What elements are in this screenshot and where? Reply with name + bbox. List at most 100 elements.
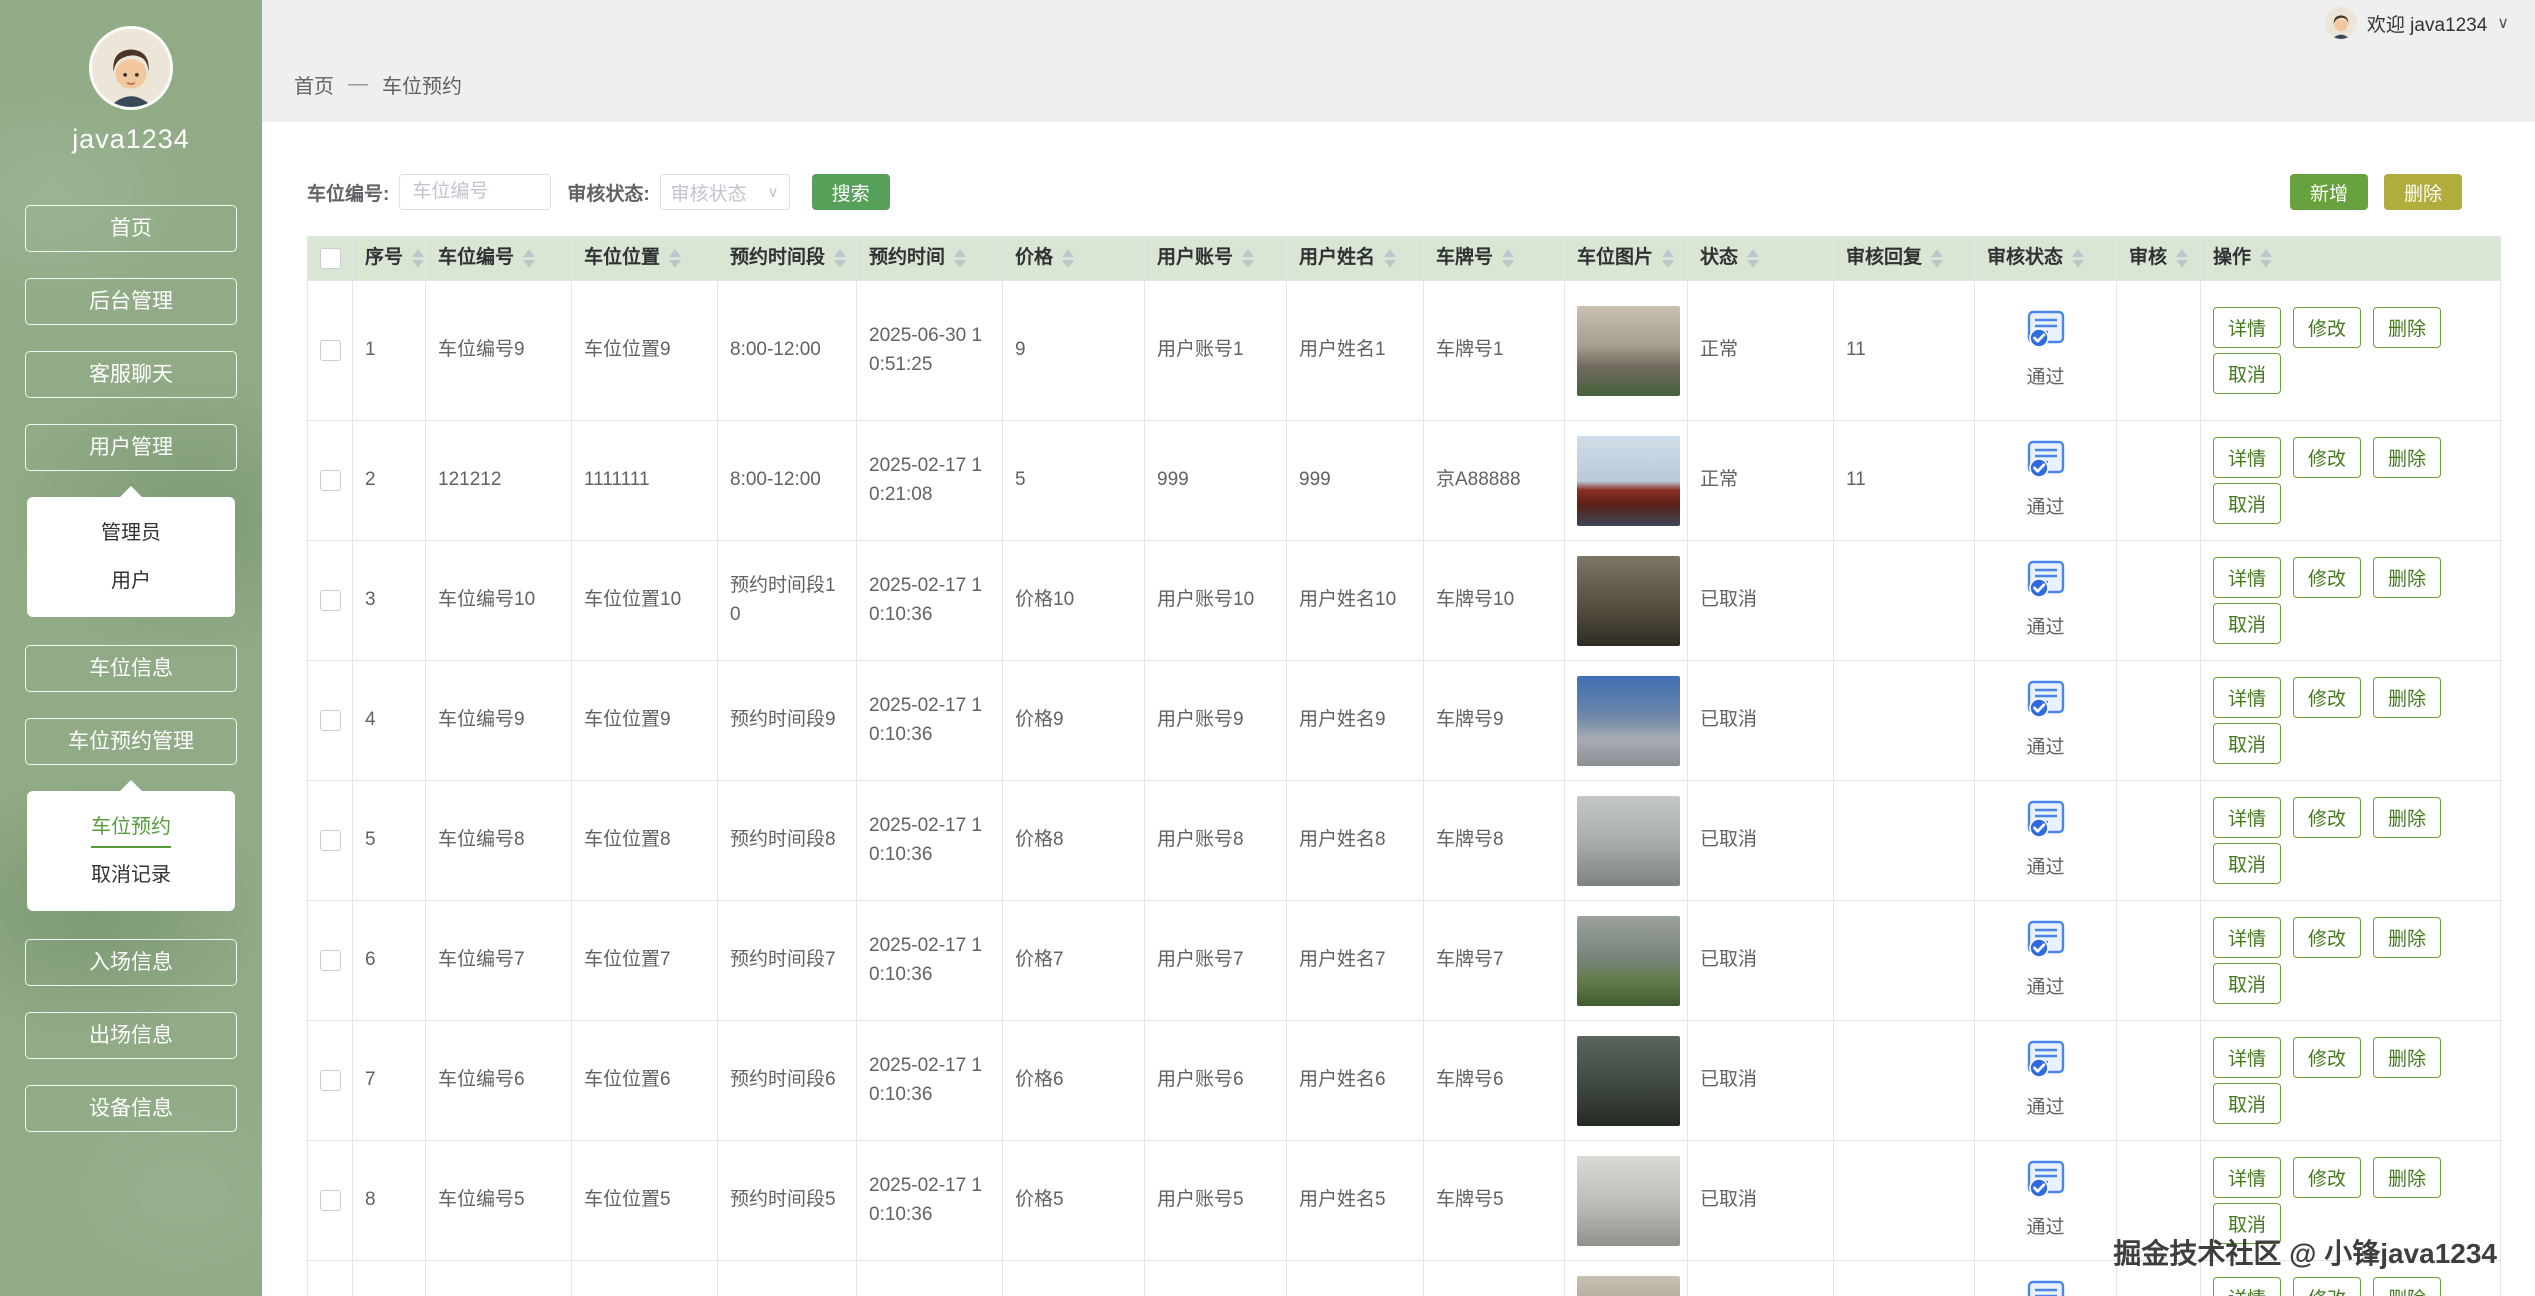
column-header-time[interactable]: 预约时间: [857, 237, 1003, 281]
edit-button[interactable]: 修改: [2293, 1037, 2361, 1078]
column-header-timeslot[interactable]: 预约时间段: [718, 237, 857, 281]
spot-number-input[interactable]: [399, 174, 551, 210]
cell-username: 用户姓名10: [1287, 541, 1424, 661]
sort-icon[interactable]: [834, 249, 846, 268]
select-all-checkbox[interactable]: [320, 248, 341, 269]
breadcrumb-home[interactable]: 首页: [294, 70, 334, 99]
row-checkbox[interactable]: [320, 590, 341, 611]
cancel-button[interactable]: 取消: [2213, 843, 2281, 884]
row-delete-button[interactable]: 删除: [2373, 1277, 2441, 1296]
column-header-location[interactable]: 车位位置: [572, 237, 718, 281]
cancel-button[interactable]: 取消: [2213, 603, 2281, 644]
cell-reply: [1834, 901, 1975, 1021]
detail-button[interactable]: 详情: [2213, 1037, 2281, 1078]
row-checkbox[interactable]: [320, 950, 341, 971]
cell-status: 已取消: [1688, 1261, 1834, 1296]
detail-button[interactable]: 详情: [2213, 1157, 2281, 1198]
column-header-status[interactable]: 状态: [1688, 237, 1834, 281]
row-checkbox[interactable]: [320, 340, 341, 361]
row-checkbox[interactable]: [320, 1070, 341, 1091]
cancel-button[interactable]: 取消: [2213, 483, 2281, 524]
row-delete-button[interactable]: 删除: [2373, 677, 2441, 718]
row-checkbox[interactable]: [320, 710, 341, 731]
cancel-button[interactable]: 取消: [2213, 723, 2281, 764]
sort-icon[interactable]: [412, 249, 424, 268]
sidebar-item-entry-info[interactable]: 入场信息: [25, 939, 237, 986]
row-delete-button[interactable]: 删除: [2373, 917, 2441, 958]
add-button[interactable]: 新增: [2290, 174, 2368, 210]
submenu-item-spot-reservation[interactable]: 车位预约: [27, 803, 235, 851]
row-delete-button[interactable]: 删除: [2373, 437, 2441, 478]
submenu-item-admin[interactable]: 管理员: [27, 509, 235, 557]
sort-icon[interactable]: [669, 249, 681, 268]
sidebar-item-device-info[interactable]: 设备信息: [25, 1085, 237, 1132]
edit-button[interactable]: 修改: [2293, 307, 2361, 348]
column-header-spot-no[interactable]: 车位编号: [426, 237, 572, 281]
sort-icon[interactable]: [1062, 249, 1074, 268]
cell-index: 9: [353, 1261, 426, 1296]
row-delete-button[interactable]: 删除: [2373, 557, 2441, 598]
column-header-name[interactable]: 用户姓名: [1287, 237, 1424, 281]
row-delete-button[interactable]: 删除: [2373, 797, 2441, 838]
detail-button[interactable]: 详情: [2213, 557, 2281, 598]
cancel-button[interactable]: 取消: [2213, 353, 2281, 394]
spot-photo: [1577, 676, 1680, 766]
sort-icon[interactable]: [1384, 249, 1396, 268]
sidebar-item-user-management[interactable]: 用户管理: [25, 424, 237, 471]
cancel-button[interactable]: 取消: [2213, 1083, 2281, 1124]
edit-button[interactable]: 修改: [2293, 677, 2361, 718]
detail-button[interactable]: 详情: [2213, 307, 2281, 348]
sidebar-item-backend[interactable]: 后台管理: [25, 278, 237, 325]
topbar-user-menu[interactable]: 欢迎 java1234 ∨: [2325, 7, 2509, 39]
sidebar-item-spot-info[interactable]: 车位信息: [25, 645, 237, 692]
edit-button[interactable]: 修改: [2293, 917, 2361, 958]
column-header-reply[interactable]: 审核回复: [1834, 237, 1975, 281]
sort-icon[interactable]: [2072, 249, 2084, 268]
search-button[interactable]: 搜索: [812, 174, 890, 210]
column-header-index[interactable]: 序号: [353, 237, 426, 281]
delete-button[interactable]: 删除: [2384, 174, 2462, 210]
column-header-price[interactable]: 价格: [1003, 237, 1145, 281]
row-delete-button[interactable]: 删除: [2373, 307, 2441, 348]
edit-button[interactable]: 修改: [2293, 557, 2361, 598]
sort-icon[interactable]: [1931, 249, 1943, 268]
row-delete-button[interactable]: 删除: [2373, 1037, 2441, 1078]
sort-icon[interactable]: [1747, 249, 1759, 268]
sort-icon[interactable]: [2176, 249, 2188, 268]
submenu-item-user[interactable]: 用户: [27, 557, 235, 605]
sidebar-item-reservation-management[interactable]: 车位预约管理: [25, 718, 237, 765]
approved-document-icon: [2024, 679, 2068, 729]
cancel-button[interactable]: 取消: [2213, 1203, 2281, 1244]
edit-button[interactable]: 修改: [2293, 1277, 2361, 1296]
column-header-photo[interactable]: 车位图片: [1565, 237, 1688, 281]
column-header-review-status[interactable]: 审核状态: [1975, 237, 2117, 281]
row-checkbox[interactable]: [320, 1190, 341, 1211]
detail-button[interactable]: 详情: [2213, 797, 2281, 838]
column-header-plate[interactable]: 车牌号: [1424, 237, 1565, 281]
detail-button[interactable]: 详情: [2213, 917, 2281, 958]
sidebar-item-exit-info[interactable]: 出场信息: [25, 1012, 237, 1059]
row-delete-button[interactable]: 删除: [2373, 1157, 2441, 1198]
column-header-ops[interactable]: 操作: [2201, 237, 2501, 281]
row-checkbox[interactable]: [320, 830, 341, 851]
sort-icon[interactable]: [2260, 249, 2272, 268]
column-header-review[interactable]: 审核: [2117, 237, 2201, 281]
sort-icon[interactable]: [954, 249, 966, 268]
sort-icon[interactable]: [523, 249, 535, 268]
sort-icon[interactable]: [1662, 249, 1674, 268]
submenu-item-cancel-records[interactable]: 取消记录: [27, 851, 235, 899]
edit-button[interactable]: 修改: [2293, 1157, 2361, 1198]
detail-button[interactable]: 详情: [2213, 677, 2281, 718]
sort-icon[interactable]: [1502, 249, 1514, 268]
edit-button[interactable]: 修改: [2293, 437, 2361, 478]
sidebar-item-home[interactable]: 首页: [25, 205, 237, 252]
sort-icon[interactable]: [1242, 249, 1254, 268]
cancel-button[interactable]: 取消: [2213, 963, 2281, 1004]
sidebar-item-service-chat[interactable]: 客服聊天: [25, 351, 237, 398]
review-status-select[interactable]: 审核状态 ∨: [660, 174, 790, 210]
detail-button[interactable]: 详情: [2213, 1277, 2281, 1296]
detail-button[interactable]: 详情: [2213, 437, 2281, 478]
row-checkbox[interactable]: [320, 470, 341, 491]
column-header-account[interactable]: 用户账号: [1145, 237, 1287, 281]
edit-button[interactable]: 修改: [2293, 797, 2361, 838]
